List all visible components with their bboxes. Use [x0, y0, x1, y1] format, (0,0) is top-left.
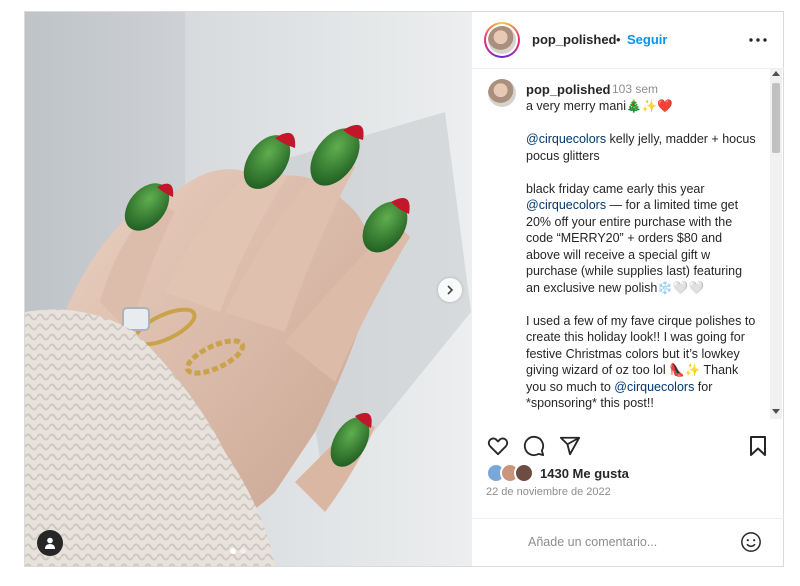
follow-button[interactable]: Seguir — [627, 32, 667, 47]
caption-area[interactable]: pop_polished 103 sem a very merry mani🎄✨… — [472, 69, 784, 419]
caption-avatar[interactable] — [488, 79, 516, 107]
mention-link[interactable]: @cirquecolors — [526, 132, 606, 146]
post-sidebar: pop_polished • Seguir pop_polished 103 s… — [471, 12, 784, 566]
mention-link[interactable]: @cirquecolors — [526, 198, 606, 212]
liker-avatar — [514, 463, 534, 483]
comment-bar: Añade un comentario... — [472, 518, 784, 567]
caption-time[interactable]: 103 sem — [612, 82, 658, 96]
more-options-icon — [749, 38, 767, 42]
caption-username[interactable]: pop_polished — [526, 82, 611, 97]
save-button[interactable] — [746, 434, 770, 458]
carousel-dot-active — [230, 548, 236, 554]
caption-line: black friday came early this year — [526, 181, 705, 196]
scroll-down-arrow-icon[interactable] — [772, 409, 780, 414]
carousel-dots — [230, 548, 246, 554]
post-date[interactable]: 22 de noviembre de 2022 — [486, 486, 611, 498]
carousel-dot — [240, 548, 246, 554]
caption-line: — for a limited time get 20% off your en… — [526, 198, 743, 295]
action-bar — [472, 430, 784, 462]
mention-link[interactable]: @cirquecolors — [614, 380, 694, 394]
scroll-up-arrow-icon[interactable] — [772, 71, 780, 76]
share-icon — [559, 436, 581, 456]
bookmark-icon — [750, 436, 766, 456]
header-username[interactable]: pop_polished — [532, 32, 617, 47]
more-options-button[interactable] — [748, 30, 768, 50]
nail-photo — [25, 12, 471, 566]
next-slide-button[interactable] — [438, 278, 462, 302]
like-button[interactable] — [486, 434, 510, 458]
user-tag-button[interactable] — [37, 530, 63, 556]
chevron-right-icon — [447, 285, 454, 295]
share-button[interactable] — [558, 434, 582, 458]
emoji-button[interactable] — [740, 531, 762, 553]
comment-icon — [523, 435, 545, 457]
caption-line: a very merry mani🎄✨❤️ — [526, 99, 673, 113]
post-header: pop_polished • Seguir — [472, 12, 784, 69]
separator-dot: • — [616, 32, 621, 47]
post-image[interactable] — [25, 12, 471, 566]
post-dialog: pop_polished • Seguir pop_polished 103 s… — [24, 11, 784, 567]
caption-scrollbar[interactable] — [770, 69, 782, 419]
heart-icon — [487, 437, 509, 456]
story-ring[interactable] — [484, 22, 520, 58]
caption-text: a very merry mani🎄✨❤️ @cirquecolors kell… — [526, 98, 758, 419]
comment-button[interactable] — [522, 434, 546, 458]
likes-row[interactable]: 1430 Me gusta — [486, 463, 629, 483]
avatar — [488, 26, 516, 54]
user-tag-icon — [45, 537, 55, 549]
likes-count[interactable]: 1430 Me gusta — [540, 466, 629, 481]
comment-input[interactable]: Añade un comentario... — [528, 535, 657, 549]
scroll-thumb[interactable] — [772, 83, 780, 153]
emoji-icon — [741, 532, 761, 552]
